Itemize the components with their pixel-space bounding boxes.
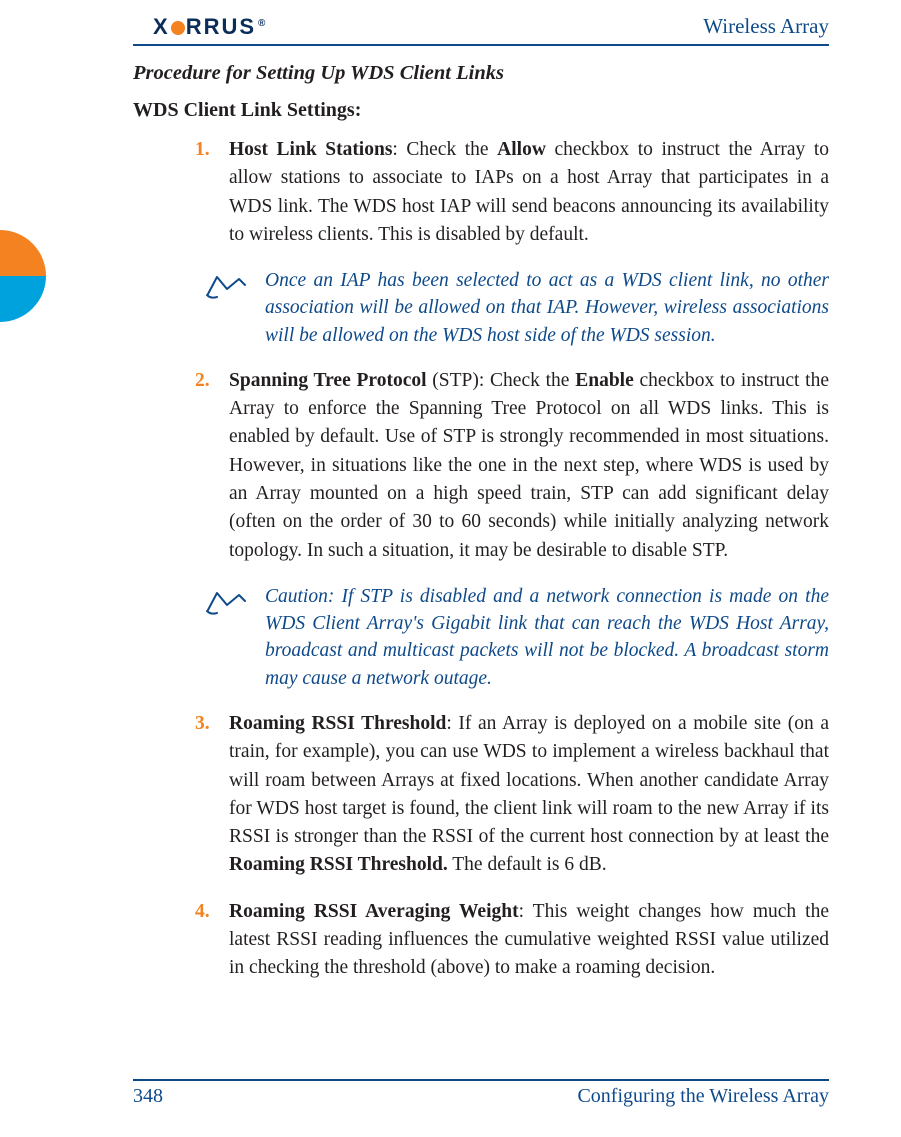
hand-note-icon [205, 271, 247, 301]
doc-title: Wireless Array [703, 14, 829, 39]
page-number: 348 [133, 1085, 163, 1108]
step-number: 4. [195, 898, 210, 926]
step-bold-inline: Enable [575, 370, 634, 391]
steps-list: 1. Host Link Stations: Check the Allow c… [133, 136, 829, 249]
content-area: Procedure for Setting Up WDS Client Link… [133, 58, 829, 1057]
steps-list-cont1: 2. Spanning Tree Protocol (STP): Check t… [133, 367, 829, 565]
header-rule [133, 44, 829, 46]
step-item-1: 1. Host Link Stations: Check the Allow c… [195, 136, 829, 249]
page: X RRUS® Wireless Array Procedure for Sett… [0, 0, 901, 1137]
step-number: 3. [195, 710, 210, 738]
step-lead: Host Link Stations [229, 139, 392, 160]
step-number: 1. [195, 136, 210, 164]
step-lead: Spanning Tree Protocol [229, 370, 427, 391]
step-text-pre: (STP): Check the [427, 370, 576, 391]
note-block-2: Caution: If STP is disabled and a networ… [195, 583, 829, 692]
note-block-1: Once an IAP has been selected to act as … [195, 267, 829, 349]
section-heading: Procedure for Setting Up WDS Client Link… [133, 62, 829, 85]
steps-list-cont2: 3. Roaming RSSI Threshold: If an Array i… [133, 710, 829, 982]
note-text: Once an IAP has been selected to act as … [265, 270, 829, 346]
step-number: 2. [195, 367, 210, 395]
logo-letter-x: X [153, 14, 170, 39]
logo-rest: RRUS [186, 14, 256, 39]
brand-logo: X RRUS® [153, 14, 265, 40]
step-text-pre: : Check the [392, 139, 497, 160]
page-footer: 348 Configuring the Wireless Array [133, 1085, 829, 1113]
step-item-2: 2. Spanning Tree Protocol (STP): Check t… [195, 367, 829, 565]
step-bold-inline: Roaming RSSI Threshold. [229, 854, 448, 875]
step-item-3: 3. Roaming RSSI Threshold: If an Array i… [195, 710, 829, 880]
logo-dot-icon [171, 21, 185, 35]
logo-registered: ® [258, 18, 265, 29]
step-lead: Roaming RSSI Averaging Weight [229, 901, 519, 922]
page-header: X RRUS® Wireless Array [133, 8, 829, 48]
step-lead: Roaming RSSI Threshold [229, 713, 446, 734]
side-tab-orange [0, 230, 46, 276]
side-tab [0, 230, 46, 322]
step-item-4: 4. Roaming RSSI Averaging Weight: This w… [195, 898, 829, 983]
hand-note-icon [205, 587, 247, 617]
note-text: Caution: If STP is disabled and a networ… [265, 586, 829, 689]
step-text-post: checkbox to instruct the Array to enforc… [229, 370, 829, 561]
step-bold-inline: Allow [497, 139, 546, 160]
footer-section: Configuring the Wireless Array [577, 1085, 829, 1108]
subheading: WDS Client Link Settings: [133, 99, 829, 122]
step-text-post: The default is 6 dB. [448, 854, 607, 875]
side-tab-blue [0, 276, 46, 322]
footer-rule [133, 1079, 829, 1081]
